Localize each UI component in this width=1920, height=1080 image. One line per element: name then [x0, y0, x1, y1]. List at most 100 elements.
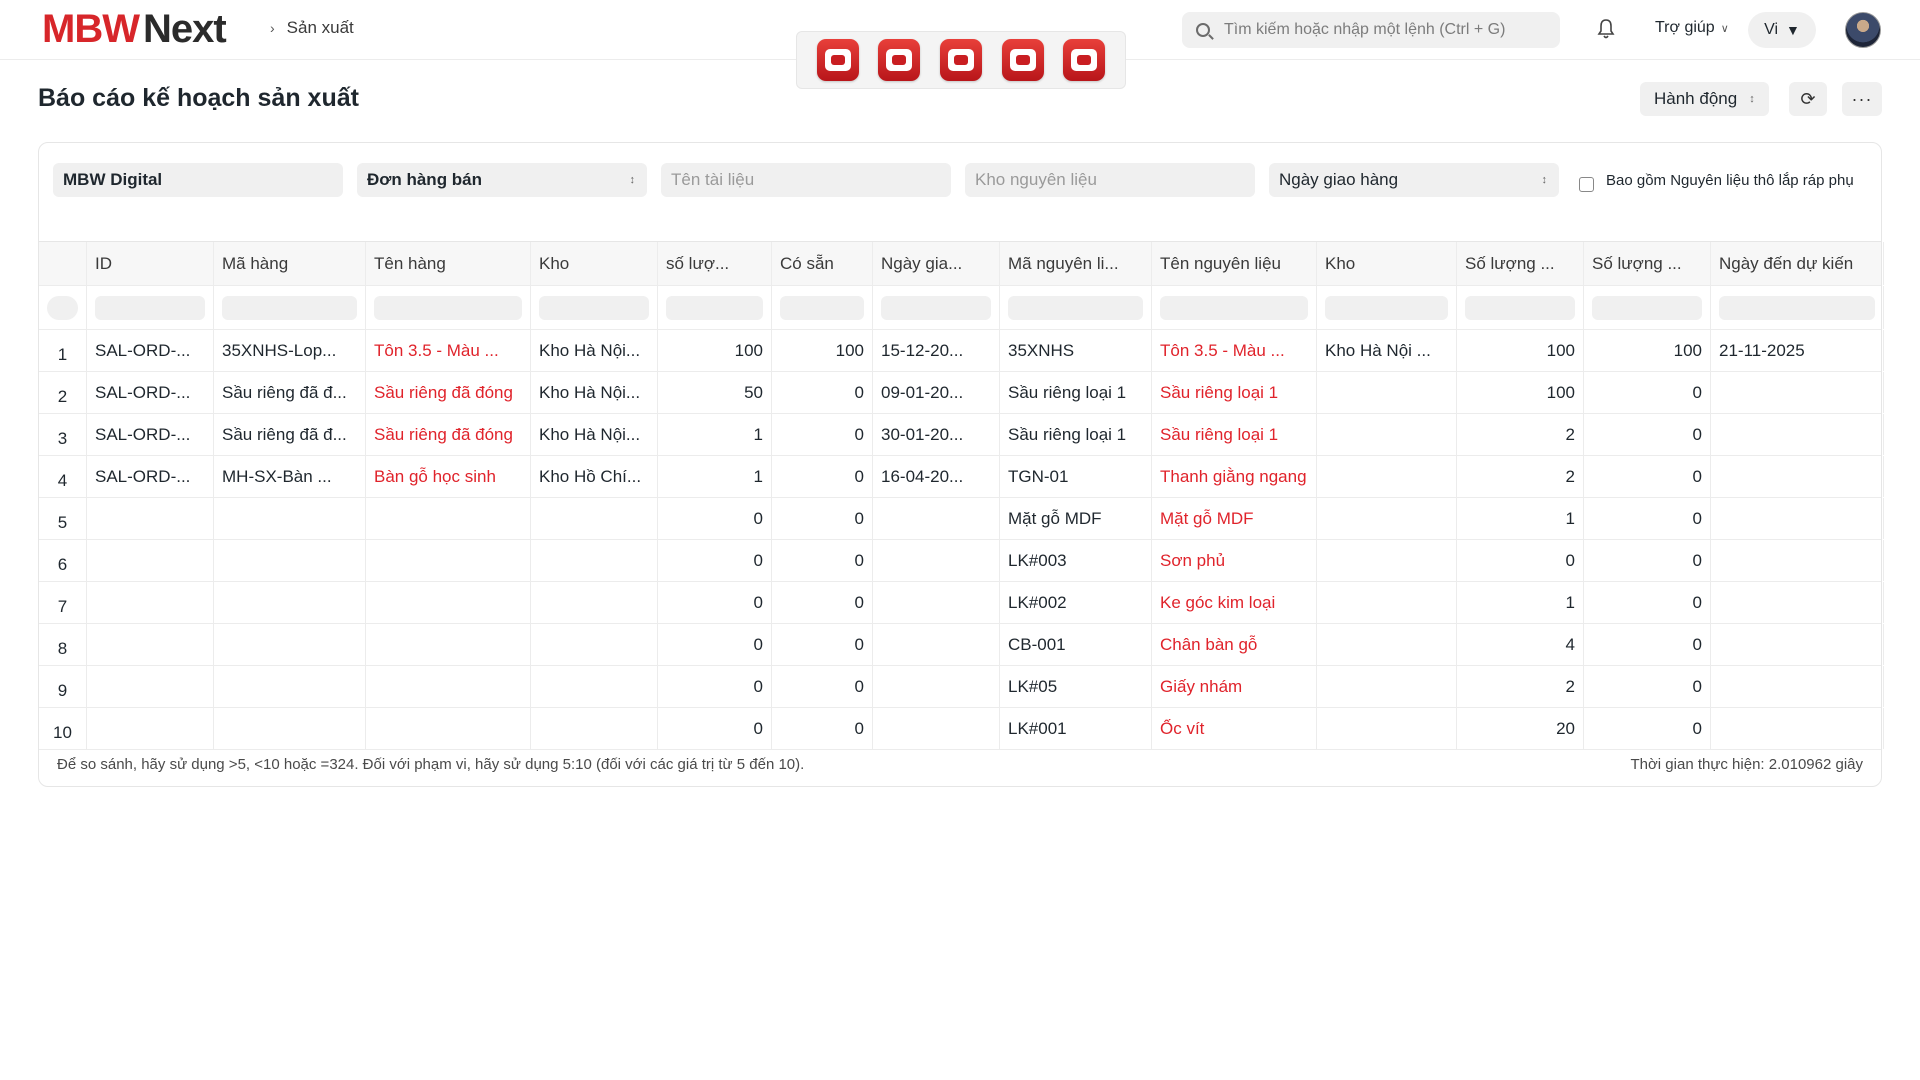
table-cell[interactable]: 0 [772, 708, 873, 749]
table-cell[interactable] [1317, 666, 1457, 707]
column-header[interactable]: ID [87, 242, 214, 285]
table-cell[interactable]: 35XNHS [1000, 330, 1152, 371]
table-cell[interactable] [214, 498, 366, 539]
column-filter-input[interactable] [1325, 295, 1448, 320]
table-cell[interactable]: Sầu riêng loại 1 [1000, 414, 1152, 455]
table-cell[interactable]: 0 [1584, 708, 1711, 749]
column-header[interactable]: Tên nguyên liệu [1152, 242, 1317, 285]
breadcrumb-item-manufacturing[interactable]: Sản xuất [287, 18, 354, 38]
table-cell[interactable] [366, 624, 531, 665]
refresh-button[interactable]: ⟳ [1789, 82, 1827, 116]
table-cell[interactable]: Tôn 3.5 - Màu ... [1152, 330, 1317, 371]
table-cell[interactable]: 100 [772, 330, 873, 371]
column-filter-input[interactable] [47, 295, 78, 320]
column-filter-input[interactable] [374, 295, 522, 320]
column-header[interactable]: Tên hàng [366, 242, 531, 285]
column-filter-input[interactable] [539, 295, 649, 320]
column-header[interactable]: Có sẵn [772, 242, 873, 285]
table-cell[interactable]: Ke góc kim loại [1152, 582, 1317, 623]
table-cell[interactable] [1711, 540, 1884, 581]
company-filter[interactable]: MBW Digital [53, 163, 343, 197]
app-shortcut-icon-5[interactable] [1063, 39, 1106, 81]
table-row[interactable]: 10 0 0 LK#001 Ốc vít 20 0 [39, 708, 1884, 750]
table-cell[interactable]: 09-01-20... [873, 372, 1000, 413]
table-cell[interactable]: Sầu riêng đã đ... [214, 414, 366, 455]
table-cell[interactable]: 0 [772, 624, 873, 665]
table-cell[interactable] [531, 708, 658, 749]
table-cell[interactable]: 0 [1457, 540, 1584, 581]
document-name-input[interactable]: Tên tài liệu [661, 163, 951, 197]
table-cell[interactable]: 0 [772, 498, 873, 539]
table-cell[interactable]: 0 [658, 666, 772, 707]
table-cell[interactable]: LK#05 [1000, 666, 1152, 707]
user-avatar[interactable] [1845, 12, 1881, 48]
table-cell[interactable] [873, 624, 1000, 665]
table-cell[interactable]: 0 [772, 666, 873, 707]
column-header[interactable]: Ngày đến dự kiến [1711, 242, 1884, 285]
table-cell[interactable]: 1 [658, 414, 772, 455]
app-logo[interactable]: MBW Next [42, 6, 227, 52]
table-cell[interactable]: 15-12-20... [873, 330, 1000, 371]
table-row[interactable]: 9 0 0 LK#05 Giấy nhám 2 0 [39, 666, 1884, 708]
table-cell[interactable]: 30-01-20... [873, 414, 1000, 455]
more-options-button[interactable]: ··· [1842, 82, 1882, 116]
actions-button[interactable]: Hành động ↕ [1640, 82, 1769, 116]
table-cell[interactable] [1317, 540, 1457, 581]
table-cell[interactable]: 100 [1457, 372, 1584, 413]
table-cell[interactable]: Thanh giằng ngang [1152, 456, 1317, 497]
table-row[interactable]: 5 0 0 Mặt gỗ MDF Mặt gỗ MDF 1 0 [39, 498, 1884, 540]
table-cell[interactable]: 0 [772, 456, 873, 497]
table-cell[interactable] [87, 708, 214, 749]
table-cell[interactable] [87, 624, 214, 665]
column-filter-input[interactable] [1465, 295, 1575, 320]
table-cell[interactable] [1317, 456, 1457, 497]
table-cell[interactable]: 2 [1457, 456, 1584, 497]
column-filter-input[interactable] [1160, 295, 1308, 320]
column-filter-input[interactable] [1008, 295, 1143, 320]
table-cell[interactable]: 21-11-2025 [1711, 330, 1884, 371]
column-header[interactable]: số lượ... [658, 242, 772, 285]
include-subassembly-option[interactable]: Bao gồm Nguyên liệu thô lắp ráp phụ [1579, 169, 1879, 192]
table-cell[interactable]: Tôn 3.5 - Màu ... [366, 330, 531, 371]
table-cell[interactable]: Sầu riêng loại 1 [1152, 372, 1317, 413]
include-subassembly-checkbox[interactable] [1579, 177, 1594, 192]
table-row[interactable]: 7 0 0 LK#002 Ke góc kim loại 1 0 [39, 582, 1884, 624]
table-cell[interactable]: 0 [658, 582, 772, 623]
app-shortcut-icon-1[interactable] [816, 39, 859, 81]
table-cell[interactable] [1711, 708, 1884, 749]
table-cell[interactable]: 0 [1584, 498, 1711, 539]
table-cell[interactable] [873, 666, 1000, 707]
table-cell[interactable] [1711, 666, 1884, 707]
table-cell[interactable]: SAL-ORD-... [87, 330, 214, 371]
table-cell[interactable]: Sầu riêng loại 1 [1000, 372, 1152, 413]
table-cell[interactable]: Mặt gỗ MDF [1000, 498, 1152, 539]
table-cell[interactable]: 0 [1584, 456, 1711, 497]
column-filter-input[interactable] [780, 295, 864, 320]
table-cell[interactable] [214, 582, 366, 623]
table-cell[interactable]: Mặt gỗ MDF [1152, 498, 1317, 539]
table-row[interactable]: 4 SAL-ORD-... MH-SX-Bàn ... Bàn gỗ học sinh… [39, 456, 1884, 498]
table-cell[interactable] [1317, 414, 1457, 455]
table-cell[interactable]: 2 [1457, 666, 1584, 707]
table-cell[interactable]: Sầu riêng đã đ... [214, 372, 366, 413]
table-cell[interactable] [366, 582, 531, 623]
table-cell[interactable] [87, 582, 214, 623]
table-cell[interactable]: 100 [658, 330, 772, 371]
column-header[interactable]: Số lượng ... [1457, 242, 1584, 285]
table-cell[interactable] [1711, 624, 1884, 665]
table-cell[interactable]: 50 [658, 372, 772, 413]
table-cell[interactable]: Sầu riêng đã đóng [366, 414, 531, 455]
language-selector[interactable]: Vi ▼ [1748, 12, 1816, 48]
table-cell[interactable] [531, 540, 658, 581]
table-cell[interactable] [214, 666, 366, 707]
table-cell[interactable]: Sơn phủ [1152, 540, 1317, 581]
table-cell[interactable] [366, 498, 531, 539]
table-cell[interactable] [1711, 498, 1884, 539]
help-dropdown[interactable]: Trợ giúp ∨ [1655, 19, 1729, 37]
table-cell[interactable]: 0 [772, 540, 873, 581]
table-cell[interactable]: Sầu riêng đã đóng [366, 372, 531, 413]
table-cell[interactable]: Kho Hồ Chí... [531, 456, 658, 497]
table-cell[interactable]: 1 [658, 456, 772, 497]
table-cell[interactable]: 0 [772, 582, 873, 623]
search-input[interactable]: Tìm kiếm hoặc nhập một lệnh (Ctrl + G) [1182, 12, 1560, 48]
